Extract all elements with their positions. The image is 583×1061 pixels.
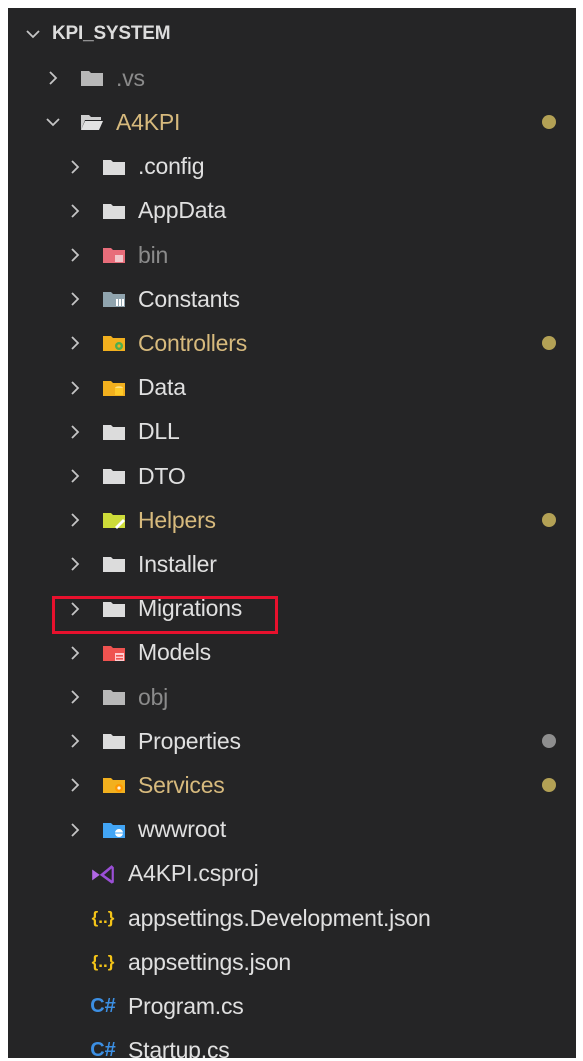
file-label: A4KPI.csproj (128, 860, 259, 887)
chevron-right-icon (64, 730, 86, 752)
folder-item-services[interactable]: Services (8, 763, 576, 807)
root-label: KPI_SYSTEM (52, 23, 171, 44)
modified-indicator-dot (542, 778, 556, 793)
chevron-right-icon (64, 200, 86, 222)
folder-icon (102, 201, 126, 221)
folder-item-helpers[interactable]: Helpers (8, 498, 576, 542)
folder-item-config[interactable]: .config (8, 145, 576, 189)
folder-label: Helpers (138, 506, 216, 533)
folder-controllers-icon (102, 333, 126, 353)
chevron-right-icon (64, 377, 86, 399)
folder-item-dto[interactable]: DTO (8, 454, 576, 498)
file-label: appsettings.json (128, 948, 292, 975)
folder-item-dll[interactable]: DLL (8, 410, 576, 454)
chevron-right-icon (64, 465, 86, 487)
csharp-icon: C# (90, 1039, 116, 1058)
file-label: Program.cs (128, 992, 244, 1019)
folder-label: AppData (138, 197, 227, 224)
file-label: Startup.cs (128, 1037, 230, 1058)
folder-bin-icon (102, 245, 126, 265)
folder-label: Models (138, 639, 211, 666)
folder-item-vs[interactable]: .vs (8, 56, 576, 100)
folder-label: Data (138, 374, 186, 401)
folder-item-bin[interactable]: bin (8, 233, 576, 277)
folder-label: .config (138, 153, 205, 180)
chevron-right-icon (64, 509, 86, 531)
folder-icon (102, 599, 126, 619)
chevron-right-icon (64, 288, 86, 310)
chevron-right-icon (42, 67, 64, 89)
folder-item-data[interactable]: Data (8, 366, 576, 410)
folder-constants-icon (102, 289, 126, 309)
folder-label: Installer (138, 550, 217, 577)
file-label: appsettings.Development.json (128, 904, 431, 931)
file-item-appsettings-development-json[interactable]: {..} appsettings.Development.json (8, 896, 576, 940)
modified-indicator-dot (542, 513, 556, 528)
folder-data-icon (102, 378, 126, 398)
file-item-startup-cs[interactable]: C# Startup.cs (8, 1029, 576, 1058)
folder-icon (102, 157, 126, 177)
folder-www-icon (102, 820, 126, 840)
folder-label: DLL (138, 418, 180, 445)
folder-label: Migrations (138, 595, 243, 622)
folder-item-controllers[interactable]: Controllers (8, 321, 576, 365)
folder-helpers-icon (102, 510, 126, 530)
folder-label: Properties (138, 727, 241, 754)
folder-label: bin (138, 241, 169, 268)
file-item-a4kpi-csproj[interactable]: A4KPI.csproj (8, 852, 576, 896)
folder-label: Controllers (138, 329, 248, 356)
folder-icon (102, 422, 126, 442)
chevron-down-icon (42, 111, 64, 133)
chevron-right-icon (64, 156, 86, 178)
chevron-right-icon (64, 332, 86, 354)
modified-indicator-dot (542, 115, 556, 130)
folder-item-installer[interactable]: Installer (8, 542, 576, 586)
folder-icon (80, 68, 104, 88)
folder-open-icon (80, 112, 104, 132)
folder-icon (102, 731, 126, 751)
file-item-program-cs[interactable]: C# Program.cs (8, 984, 576, 1028)
chevron-right-icon (64, 686, 86, 708)
chevron-right-icon (64, 553, 86, 575)
folder-item-properties[interactable]: Properties (8, 719, 576, 763)
folder-label: A4KPI (116, 108, 181, 135)
file-explorer: KPI_SYSTEM .vs A4KPI .config AppData bin Const… (8, 8, 576, 1058)
chevron-right-icon (64, 421, 86, 443)
chevron-right-icon (64, 642, 86, 664)
chevron-right-icon (64, 819, 86, 841)
file-item-appsettings-json[interactable]: {..} appsettings.json (8, 940, 576, 984)
folder-item-obj[interactable]: obj (8, 675, 576, 719)
folder-services-icon (102, 775, 126, 795)
folder-models-icon (102, 643, 126, 663)
folder-label: .vs (116, 64, 145, 91)
chevron-right-icon (64, 598, 86, 620)
visual-studio-icon (90, 863, 116, 885)
folder-label: Constants (138, 285, 240, 312)
json-icon: {..} (91, 952, 115, 972)
folder-item-models[interactable]: Models (8, 631, 576, 675)
modified-indicator-dot (542, 336, 556, 351)
csharp-icon: C# (90, 994, 116, 1017)
explorer-root-header[interactable]: KPI_SYSTEM (8, 12, 576, 56)
folder-item-a4kpi[interactable]: A4KPI (8, 100, 576, 144)
folder-label: Services (138, 771, 225, 798)
folder-label: obj (138, 683, 169, 710)
json-icon: {..} (91, 908, 115, 927)
folder-item-constants[interactable]: Constants (8, 277, 576, 321)
changed-indicator-dot (542, 734, 556, 749)
folder-label: wwwroot (138, 816, 227, 843)
folder-item-wwwroot[interactable]: wwwroot (8, 808, 576, 852)
folder-label: DTO (138, 462, 186, 489)
chevron-right-icon (64, 244, 86, 266)
chevron-right-icon (64, 774, 86, 796)
folder-icon (102, 687, 126, 707)
chevron-down-icon (22, 23, 44, 45)
folder-icon (102, 466, 126, 486)
folder-icon (102, 554, 126, 574)
folder-item-appdata[interactable]: AppData (8, 189, 576, 233)
folder-item-migrations[interactable]: Migrations (8, 587, 576, 631)
